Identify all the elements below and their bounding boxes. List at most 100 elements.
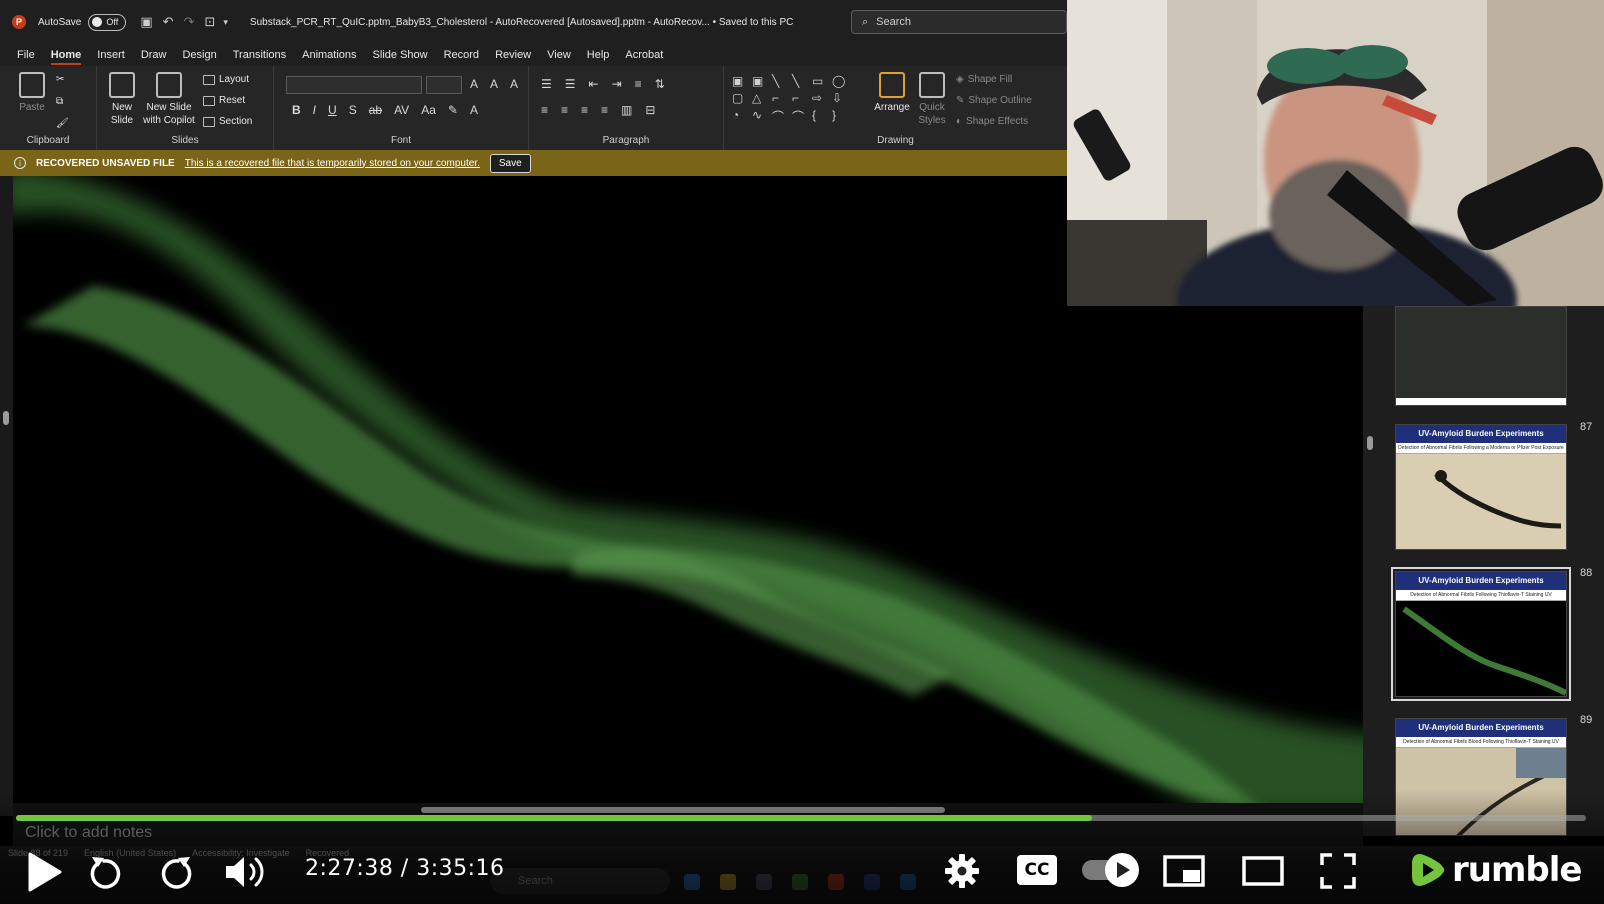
freeform-shape-icon[interactable]: ◔ (732, 108, 750, 125)
quick-styles-button[interactable]: Quick Styles (912, 72, 952, 127)
change-case-icon[interactable]: Aa (421, 103, 436, 117)
slide-thumb-86[interactable] (1395, 306, 1567, 406)
align-center-icon[interactable]: ≡ (561, 103, 568, 117)
triangle-shape-icon[interactable]: △ (752, 91, 770, 105)
tab-acrobat[interactable]: Acrobat (625, 49, 663, 61)
shapes-gallery[interactable]: ▣ ▣ ╲ ╲ ▭ ◯ ▢ △ ⌐ ⌐ ⇨ ⇩ ◔ ∿ ⌒ ⌒{} (732, 74, 850, 125)
paste-button[interactable]: Paste (12, 72, 52, 114)
new-slide-copilot-button[interactable]: New Slide with Copilot (141, 72, 197, 127)
clear-format-icon[interactable]: A (510, 77, 518, 91)
line-shape-icon[interactable]: ╲ (772, 74, 790, 88)
settings-gear-icon[interactable] (944, 853, 980, 889)
horizontal-scroll-thumb[interactable] (421, 807, 945, 813)
tab-help[interactable]: Help (587, 49, 610, 61)
highlight-icon[interactable]: ✎ (448, 103, 458, 117)
arc-shape-icon[interactable]: ⌒ (772, 108, 790, 125)
autoplay-toggle-icon[interactable] (1080, 852, 1142, 888)
tab-view[interactable]: View (547, 49, 571, 61)
fullscreen-icon[interactable] (1320, 853, 1356, 889)
slide-thumb-88[interactable]: UV-Amyloid Burden Experiments Detection … (1391, 567, 1571, 701)
italic-icon[interactable]: I (313, 103, 316, 117)
format-painter-icon[interactable]: 🖌 (56, 118, 69, 129)
progress-bar[interactable] (16, 815, 1586, 821)
tab-animations[interactable]: Animations (302, 49, 356, 61)
align-right-icon[interactable]: ≡ (581, 103, 588, 117)
vtextbox-shape-icon[interactable]: ▣ (752, 74, 770, 88)
new-slide-button[interactable]: New Slide (103, 72, 141, 127)
vertical-scrollbar[interactable] (0, 176, 13, 816)
strikethrough-icon[interactable]: ab (369, 103, 382, 117)
rumble-logo[interactable]: rumble (1410, 850, 1582, 890)
rect-shape-icon[interactable]: ▭ (812, 74, 830, 88)
tab-design[interactable]: Design (182, 49, 216, 61)
bold-icon[interactable]: B (292, 103, 301, 117)
arc2-shape-icon[interactable]: ⌒ (792, 108, 810, 125)
section-button[interactable]: Section (203, 116, 252, 127)
shrink-font-icon[interactable]: A (490, 77, 498, 91)
undo-icon[interactable]: ↶ (163, 14, 174, 30)
tab-record[interactable]: Record (444, 49, 479, 61)
autosave-toggle[interactable]: Off (88, 13, 127, 31)
chrome-icon[interactable] (792, 874, 808, 890)
shape-outline-button[interactable]: ✎ Shape Outline (956, 95, 1032, 106)
recovered-message-link[interactable]: This is a recovered file that is tempora… (185, 158, 480, 169)
theater-mode-icon[interactable] (1242, 855, 1284, 887)
search-input[interactable]: ⌕ Search (851, 10, 1067, 34)
underline-icon[interactable]: U (328, 103, 337, 117)
elbow2-shape-icon[interactable]: ⌐ (792, 91, 810, 105)
bullets-icon[interactable]: ☰ (541, 77, 552, 91)
layout-button[interactable]: Layout (203, 74, 249, 85)
tab-home[interactable]: Home (50, 49, 81, 65)
font-name-select[interactable] (286, 76, 422, 94)
closed-captions-button[interactable]: CC (1017, 855, 1057, 885)
line-spacing-icon[interactable]: ≡ (635, 77, 642, 91)
shape-effects-button[interactable]: ◐ Shape Effects (956, 116, 1028, 127)
rounded-rect-shape-icon[interactable]: ▢ (732, 91, 750, 105)
grow-font-icon[interactable]: A (470, 77, 478, 91)
tab-transitions[interactable]: Transitions (233, 49, 286, 61)
spacing-icon[interactable]: AV (394, 103, 409, 117)
slide-thumb-87[interactable]: UV-Amyloid Burden Experiments Detection … (1395, 424, 1567, 550)
thumbnail-scrollbar[interactable] (1367, 306, 1373, 836)
word-icon[interactable] (864, 874, 880, 890)
volume-icon[interactable] (224, 853, 270, 891)
store-icon[interactable] (756, 874, 772, 890)
align-left-icon[interactable]: ≡ (541, 103, 548, 117)
brace-left-shape-icon[interactable]: { (812, 108, 830, 125)
decrease-indent-icon[interactable]: ⇤ (589, 77, 599, 91)
save-icon[interactable]: ▣ (140, 14, 152, 30)
rewind-icon[interactable] (88, 853, 124, 891)
arrange-button[interactable]: Arrange (872, 72, 912, 114)
tab-review[interactable]: Review (495, 49, 531, 61)
tab-file[interactable]: File (17, 49, 35, 61)
shadow-icon[interactable]: S (349, 103, 357, 117)
arrow-shape-icon[interactable]: ⇨ (812, 91, 830, 105)
elbow-shape-icon[interactable]: ⌐ (772, 91, 790, 105)
oval-shape-icon[interactable]: ◯ (832, 74, 850, 88)
edge-icon[interactable] (684, 874, 700, 890)
taskbar-search-input[interactable]: Search (490, 868, 670, 894)
present-icon[interactable]: ⊡ (204, 14, 215, 30)
play-icon[interactable] (26, 852, 62, 892)
customize-qat-icon[interactable]: ▾ (223, 17, 228, 28)
cut-icon[interactable]: ✂ (56, 74, 64, 85)
columns-icon[interactable]: ▥ (621, 103, 632, 117)
forward-icon[interactable] (158, 853, 194, 891)
down-arrow-shape-icon[interactable]: ⇩ (832, 91, 850, 105)
tab-slide-show[interactable]: Slide Show (373, 49, 428, 61)
copy-icon[interactable]: ⧉ (56, 96, 63, 107)
thumbnail-scroll-thumb[interactable] (1367, 436, 1373, 450)
textbox-shape-icon[interactable]: ▣ (732, 74, 750, 88)
justify-icon[interactable]: ≡ (601, 103, 608, 117)
numbering-icon[interactable]: ☰ (565, 77, 576, 91)
line2-shape-icon[interactable]: ╲ (792, 74, 810, 88)
align-text-icon[interactable]: ⊟ (645, 103, 655, 117)
text-direction-icon[interactable]: ⇅ (655, 77, 665, 91)
shape-fill-button[interactable]: ◈ Shape Fill (956, 74, 1012, 85)
outlook-icon[interactable] (900, 874, 916, 890)
font-size-select[interactable] (426, 76, 462, 94)
tab-insert[interactable]: Insert (97, 49, 125, 61)
app-icon[interactable] (828, 874, 844, 890)
reset-button[interactable]: Reset (203, 95, 245, 106)
recovered-save-button[interactable]: Save (489, 153, 531, 173)
